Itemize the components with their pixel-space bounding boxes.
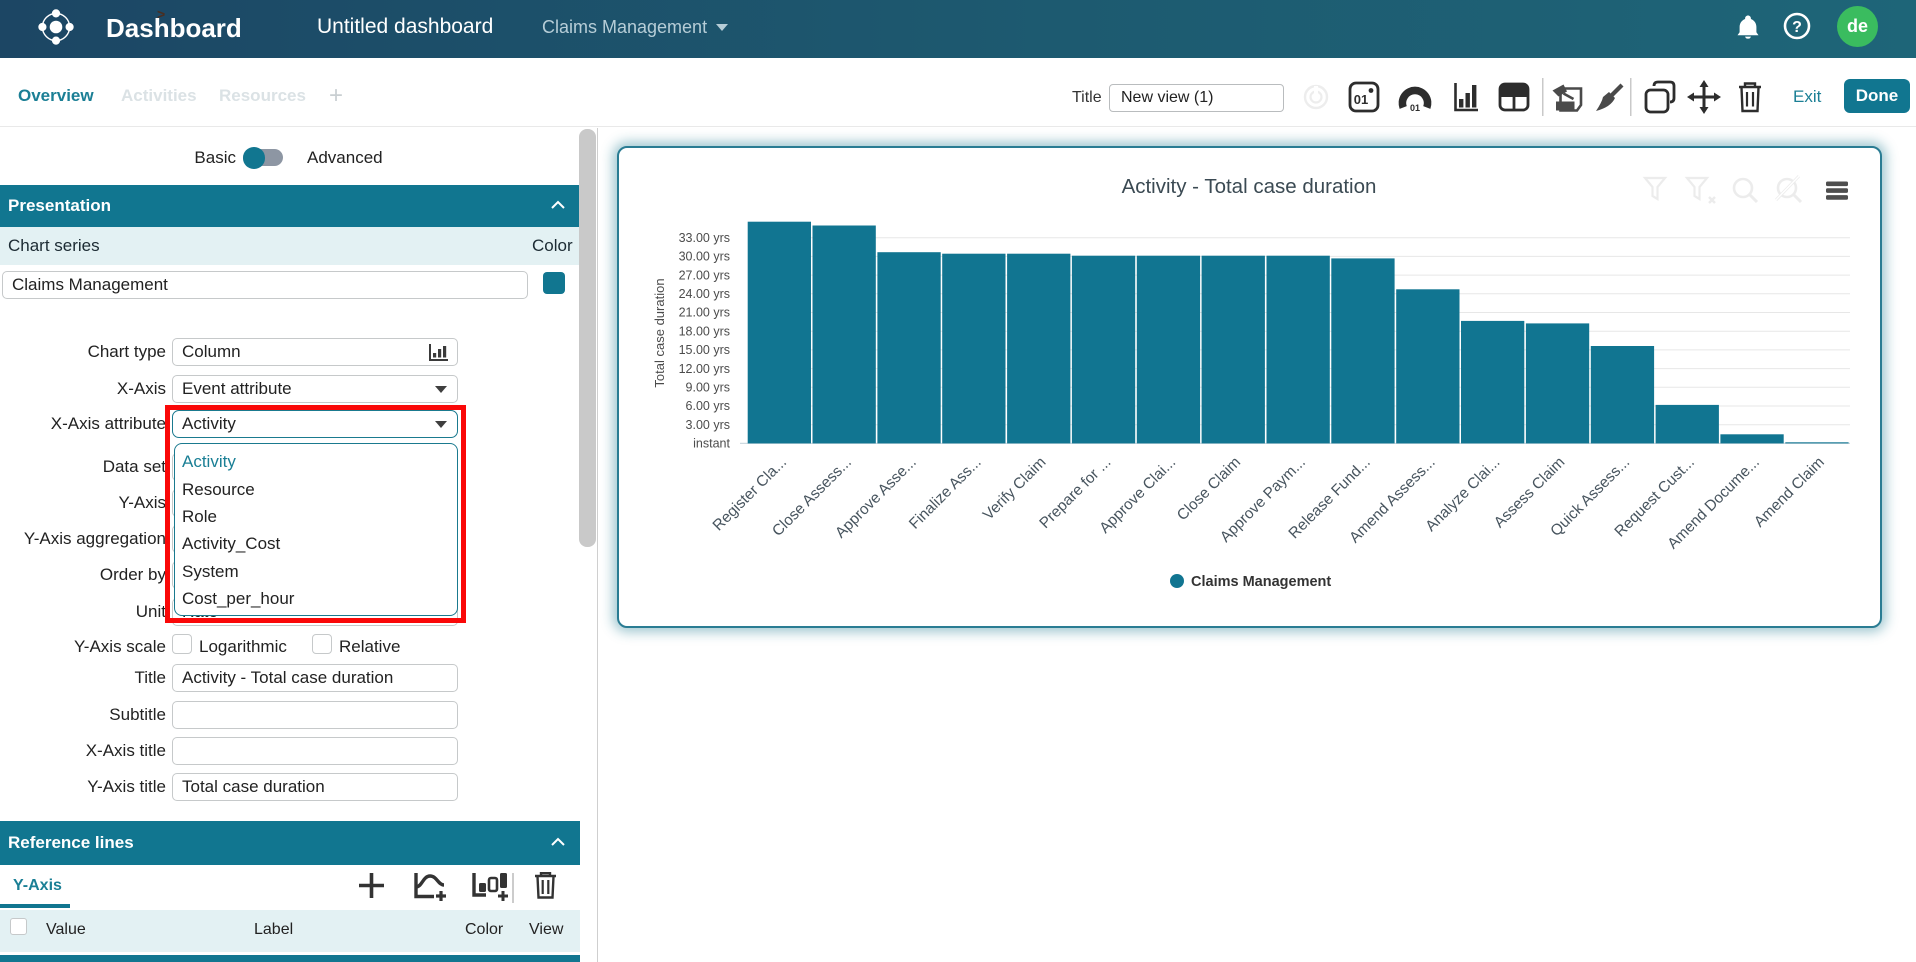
svg-text:Verify Claim: Verify Claim <box>980 454 1050 524</box>
svg-text:6.00 yrs: 6.00 yrs <box>686 399 730 413</box>
svg-text:Claims Management: Claims Management <box>1191 574 1331 590</box>
svg-text:Close Claim: Close Claim <box>1174 454 1244 524</box>
svg-text:Activity - Total case duration: Activity - Total case duration <box>1122 175 1377 198</box>
svg-text:12.00 yrs: 12.00 yrs <box>679 362 730 376</box>
svg-text:24.00 yrs: 24.00 yrs <box>679 287 730 301</box>
svg-text:21.00 yrs: 21.00 yrs <box>679 306 730 320</box>
svg-text:18.00 yrs: 18.00 yrs <box>679 324 730 338</box>
svg-text:33.00 yrs: 33.00 yrs <box>679 231 730 245</box>
svg-text:instant: instant <box>693 437 730 451</box>
svg-text:01: 01 <box>1410 103 1420 113</box>
svg-text:9.00 yrs: 9.00 yrs <box>686 381 730 395</box>
svg-text:15.00 yrs: 15.00 yrs <box>679 343 730 357</box>
svg-text:Total case duration: Total case duration <box>652 278 667 387</box>
svg-text:30.00 yrs: 30.00 yrs <box>679 250 730 264</box>
svg-text:01: 01 <box>1354 92 1368 107</box>
svg-text:3.00 yrs: 3.00 yrs <box>686 418 730 432</box>
svg-text:27.00 yrs: 27.00 yrs <box>679 268 730 282</box>
svg-text:?: ? <box>1792 19 1802 36</box>
